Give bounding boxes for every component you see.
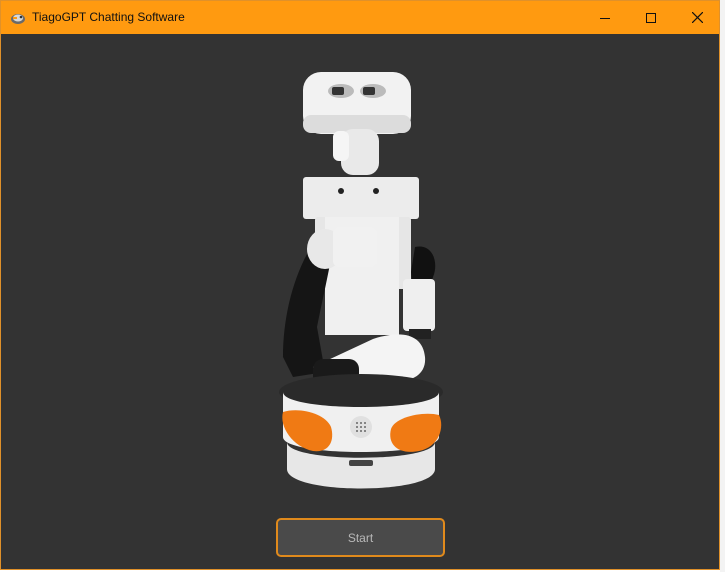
window-title: TiagoGPT Chatting Software xyxy=(32,10,185,24)
minimize-button[interactable] xyxy=(582,1,628,34)
tiago-robot-image xyxy=(279,72,443,489)
background-window-edge xyxy=(720,0,725,572)
minimize-icon xyxy=(600,17,610,19)
app-window: TiagoGPT Chatting Software Start xyxy=(0,0,720,570)
close-icon xyxy=(691,12,703,23)
start-button[interactable]: Start xyxy=(276,518,445,557)
close-button[interactable] xyxy=(674,1,720,34)
title-bar[interactable]: TiagoGPT Chatting Software xyxy=(1,1,719,34)
maximize-button[interactable] xyxy=(628,1,674,34)
app-icon xyxy=(11,14,25,24)
maximize-icon xyxy=(646,12,656,23)
